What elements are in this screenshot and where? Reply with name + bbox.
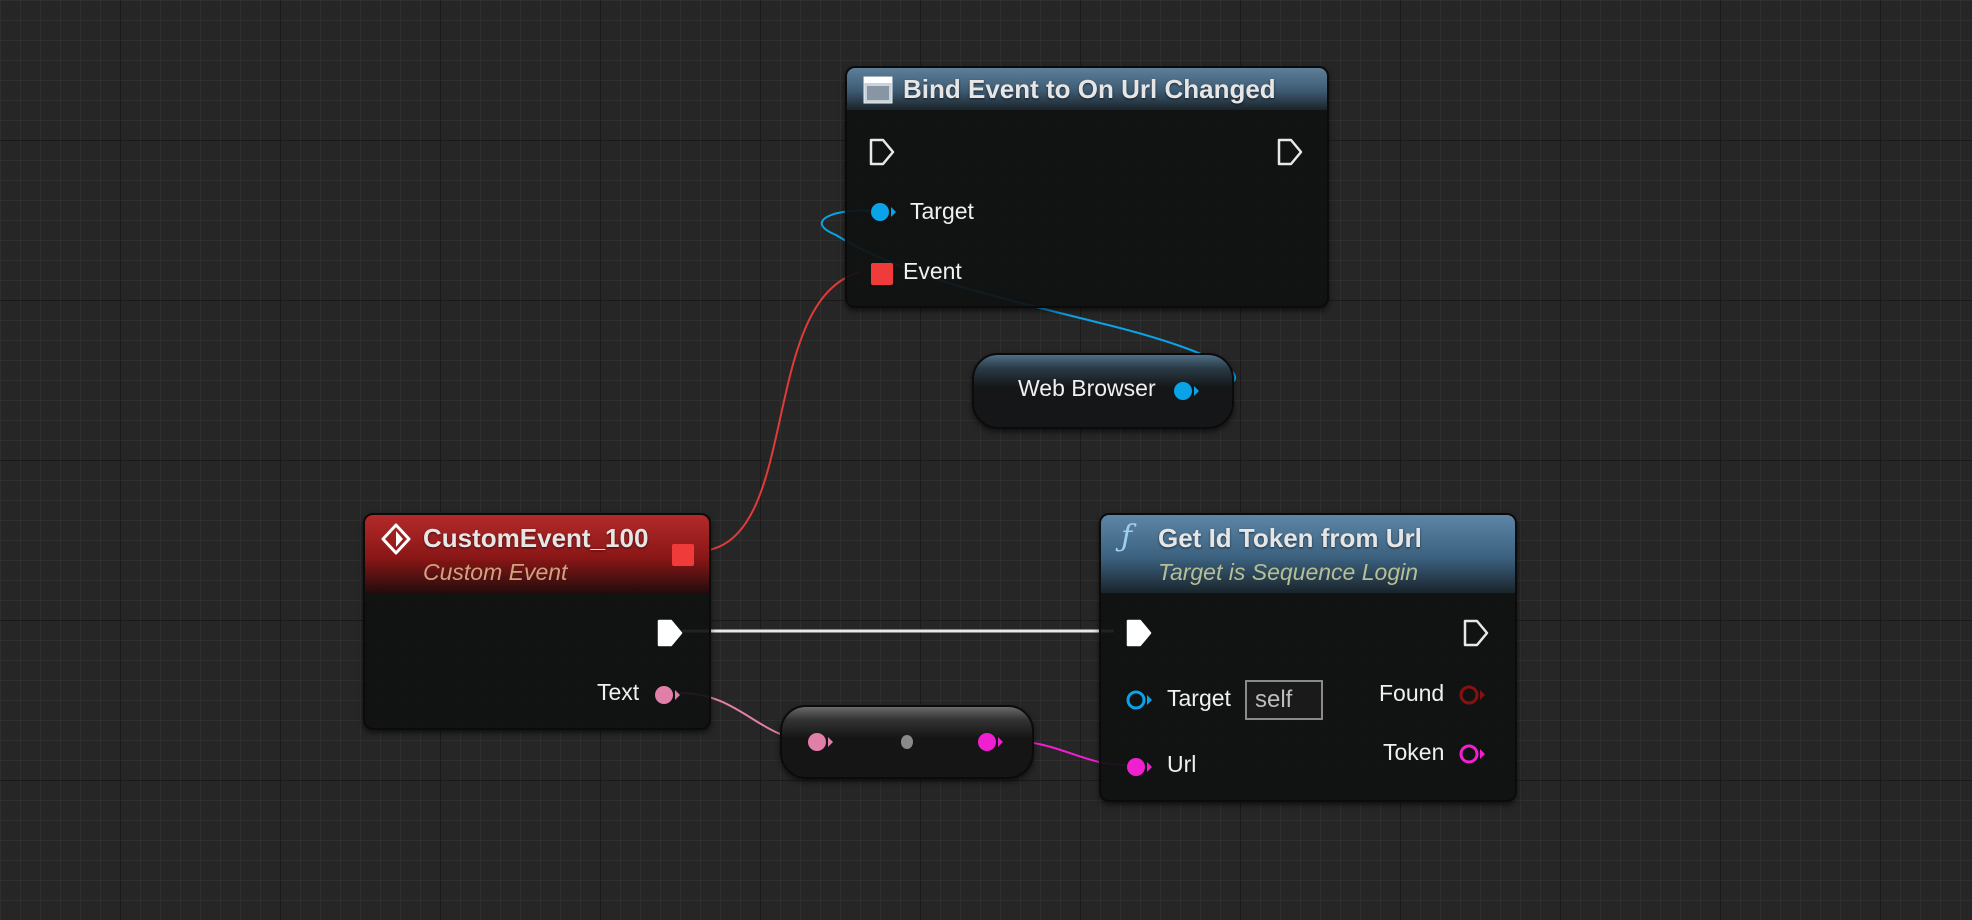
custom-event-subtitle: Custom Event xyxy=(423,559,568,585)
custom-event-node[interactable]: CustomEvent_100 Custom Event Text xyxy=(363,513,711,730)
delegate-pin-icon[interactable] xyxy=(671,543,695,567)
get-id-token-title: Get Id Token from Url xyxy=(1158,523,1422,553)
text-pin-icon[interactable] xyxy=(653,683,681,707)
found-pin-label: Found xyxy=(1379,680,1445,706)
target-pin-icon[interactable] xyxy=(1125,688,1153,712)
web-browser-label: Web Browser xyxy=(1018,375,1156,401)
web-browser-variable-node[interactable]: Web Browser xyxy=(972,353,1234,429)
get-id-token-node[interactable]: ƒ Get Id Token from Url Target is Sequen… xyxy=(1099,513,1517,802)
token-pin-label: Token xyxy=(1383,739,1445,765)
target-pin-label: Target xyxy=(1167,685,1231,711)
exec-input-pin-icon[interactable] xyxy=(869,138,895,166)
bind-event-header[interactable]: Bind Event to On Url Changed xyxy=(847,68,1327,110)
target-pin-label: Target xyxy=(910,198,974,224)
event-diamond-icon xyxy=(381,523,411,555)
url-pin-label: Url xyxy=(1167,751,1197,777)
text-input-pin-icon[interactable] xyxy=(806,730,834,754)
custom-event-header[interactable]: CustomEvent_100 Custom Event xyxy=(365,515,709,593)
exec-output-pin-icon[interactable] xyxy=(1277,138,1303,166)
event-delegate-pin-icon[interactable] xyxy=(870,262,894,286)
text-pin-label: Text xyxy=(597,679,640,705)
target-self-input[interactable]: self xyxy=(1245,680,1323,720)
get-id-token-subtitle: Target is Sequence Login xyxy=(1158,559,1419,585)
token-string-pin-icon[interactable] xyxy=(1458,742,1486,766)
url-string-pin-icon[interactable] xyxy=(1125,755,1153,779)
event-pin-label: Event xyxy=(903,258,962,284)
conversion-dot-icon xyxy=(901,735,913,749)
get-id-token-header[interactable]: ƒ Get Id Token from Url Target is Sequen… xyxy=(1101,515,1515,593)
exec-output-pin-icon[interactable] xyxy=(1463,619,1489,647)
exec-output-pin-icon[interactable] xyxy=(657,619,683,647)
string-output-pin-icon[interactable] xyxy=(976,730,1004,754)
target-object-pin-icon[interactable] xyxy=(869,200,897,224)
blueprint-graph-canvas[interactable]: Bind Event to On Url Changed Target Even… xyxy=(0,0,1972,920)
function-icon: ƒ xyxy=(1121,519,1133,554)
widget-window-icon xyxy=(863,76,893,104)
delegate-wire xyxy=(708,271,861,551)
object-pin-icon[interactable] xyxy=(1172,379,1200,403)
text-to-string-conversion-node[interactable] xyxy=(780,705,1034,779)
exec-input-pin-icon[interactable] xyxy=(1126,619,1152,647)
custom-event-title: CustomEvent_100 xyxy=(423,523,649,553)
found-bool-pin-icon[interactable] xyxy=(1458,683,1486,707)
bind-event-node[interactable]: Bind Event to On Url Changed Target Even… xyxy=(845,66,1329,308)
bind-event-title: Bind Event to On Url Changed xyxy=(903,74,1276,104)
